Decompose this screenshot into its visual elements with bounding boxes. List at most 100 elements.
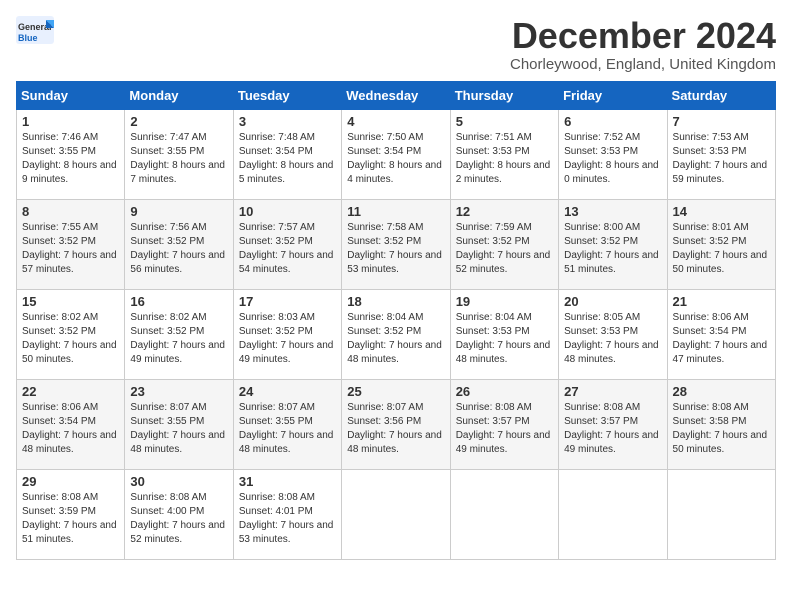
day-detail: Sunrise: 8:08 AMSunset: 3:58 PMDaylight:…: [673, 401, 770, 457]
day-detail: Sunrise: 8:06 AMSunset: 3:54 PMDaylight:…: [22, 401, 119, 457]
day-number: 17: [239, 294, 336, 309]
day-number: 24: [239, 384, 336, 399]
day-cell: 5 Sunrise: 7:51 AMSunset: 3:53 PMDaylight…: [450, 109, 558, 199]
day-detail: Sunrise: 8:08 AMSunset: 4:00 PMDaylight:…: [130, 491, 227, 547]
day-detail: Sunrise: 7:52 AMSunset: 3:53 PMDaylight:…: [564, 131, 661, 187]
day-cell: 7Sunrise: 7:53 AMSunset: 3:53 PMDaylight…: [667, 109, 775, 199]
day-cell: 23 Sunrise: 8:07 AMSunset: 3:55 PMDayligh…: [125, 379, 233, 469]
day-number: 18: [347, 294, 444, 309]
day-cell: 14 Sunrise: 8:01 AMSunset: 3:52 PMDayligh…: [667, 199, 775, 289]
day-header-friday: Friday: [559, 81, 667, 109]
day-cell: 20 Sunrise: 8:05 AMSunset: 3:53 PMDayligh…: [559, 289, 667, 379]
week-row-3: 15Sunrise: 8:02 AMSunset: 3:52 PMDayligh…: [17, 289, 776, 379]
day-cell: 10 Sunrise: 7:57 AMSunset: 3:52 PMDayligh…: [233, 199, 341, 289]
day-detail: Sunrise: 8:08 AMSunset: 3:57 PMDaylight:…: [564, 401, 661, 457]
day-cell: 22 Sunrise: 8:06 AMSunset: 3:54 PMDayligh…: [17, 379, 125, 469]
day-detail: Sunrise: 8:07 AMSunset: 3:55 PMDaylight:…: [130, 401, 227, 457]
day-header-monday: Monday: [125, 81, 233, 109]
day-detail: Sunrise: 7:59 AMSunset: 3:52 PMDaylight:…: [456, 221, 553, 277]
month-title: December 2024: [510, 16, 776, 56]
day-cell: 13 Sunrise: 8:00 AMSunset: 3:52 PMDayligh…: [559, 199, 667, 289]
day-detail: Sunrise: 7:56 AMSunset: 3:52 PMDaylight:…: [130, 221, 227, 277]
day-number: 25: [347, 384, 444, 399]
svg-text:Blue: Blue: [18, 33, 38, 43]
day-cell: 30 Sunrise: 8:08 AMSunset: 4:00 PMDayligh…: [125, 469, 233, 559]
day-detail: Sunrise: 8:03 AMSunset: 3:52 PMDaylight:…: [239, 311, 336, 367]
day-number: 2: [130, 114, 227, 129]
day-header-tuesday: Tuesday: [233, 81, 341, 109]
day-detail: Sunrise: 7:57 AMSunset: 3:52 PMDaylight:…: [239, 221, 336, 277]
calendar-table: SundayMondayTuesdayWednesdayThursdayFrid…: [16, 81, 776, 560]
week-row-4: 22 Sunrise: 8:06 AMSunset: 3:54 PMDayligh…: [17, 379, 776, 469]
day-number: 16: [130, 294, 227, 309]
day-cell: 18Sunrise: 8:04 AMSunset: 3:52 PMDayligh…: [342, 289, 450, 379]
day-detail: Sunrise: 7:51 AMSunset: 3:53 PMDaylight:…: [456, 131, 553, 187]
day-number: 22: [22, 384, 119, 399]
day-cell: 25 Sunrise: 8:07 AMSunset: 3:56 PMDayligh…: [342, 379, 450, 469]
day-detail: Sunrise: 7:55 AMSunset: 3:52 PMDaylight:…: [22, 221, 119, 277]
day-number: 3: [239, 114, 336, 129]
day-number: 5: [456, 114, 553, 129]
day-number: 19: [456, 294, 553, 309]
location: Chorleywood, England, United Kingdom: [510, 56, 776, 73]
day-number: 15: [22, 294, 119, 309]
day-number: 20: [564, 294, 661, 309]
day-number: 28: [673, 384, 770, 399]
day-detail: Sunrise: 8:07 AMSunset: 3:56 PMDaylight:…: [347, 401, 444, 457]
day-number: 6: [564, 114, 661, 129]
day-number: 13: [564, 204, 661, 219]
day-number: 1: [22, 114, 119, 129]
day-detail: Sunrise: 7:50 AMSunset: 3:54 PMDaylight:…: [347, 131, 444, 187]
day-cell: 31Sunrise: 8:08 AMSunset: 4:01 PMDayligh…: [233, 469, 341, 559]
day-detail: Sunrise: 8:08 AMSunset: 4:01 PMDaylight:…: [239, 491, 336, 547]
day-detail: Sunrise: 7:53 AMSunset: 3:53 PMDaylight:…: [673, 131, 770, 187]
day-cell: 8 Sunrise: 7:55 AMSunset: 3:52 PMDaylight…: [17, 199, 125, 289]
logo-icon: General Blue: [16, 16, 56, 46]
header: General Blue December 2024 Chorleywood, …: [16, 16, 776, 73]
day-detail: Sunrise: 8:08 AMSunset: 3:59 PMDaylight:…: [22, 491, 119, 547]
day-number: 4: [347, 114, 444, 129]
day-cell: 3 Sunrise: 7:48 AMSunset: 3:54 PMDaylight…: [233, 109, 341, 199]
day-detail: Sunrise: 7:46 AMSunset: 3:55 PMDaylight:…: [22, 131, 119, 187]
day-cell: 28 Sunrise: 8:08 AMSunset: 3:58 PMDayligh…: [667, 379, 775, 469]
day-number: 14: [673, 204, 770, 219]
day-number: 12: [456, 204, 553, 219]
week-row-1: 1 Sunrise: 7:46 AMSunset: 3:55 PMDaylight…: [17, 109, 776, 199]
day-detail: Sunrise: 8:06 AMSunset: 3:54 PMDaylight:…: [673, 311, 770, 367]
title-area: December 2024 Chorleywood, England, Unit…: [510, 16, 776, 73]
day-cell: 26 Sunrise: 8:08 AMSunset: 3:57 PMDayligh…: [450, 379, 558, 469]
day-detail: Sunrise: 8:01 AMSunset: 3:52 PMDaylight:…: [673, 221, 770, 277]
day-detail: Sunrise: 8:07 AMSunset: 3:55 PMDaylight:…: [239, 401, 336, 457]
day-number: 10: [239, 204, 336, 219]
header-row: SundayMondayTuesdayWednesdayThursdayFrid…: [17, 81, 776, 109]
day-header-wednesday: Wednesday: [342, 81, 450, 109]
day-detail: Sunrise: 8:08 AMSunset: 3:57 PMDaylight:…: [456, 401, 553, 457]
day-header-thursday: Thursday: [450, 81, 558, 109]
day-detail: Sunrise: 8:00 AMSunset: 3:52 PMDaylight:…: [564, 221, 661, 277]
day-number: 9: [130, 204, 227, 219]
day-detail: Sunrise: 8:05 AMSunset: 3:53 PMDaylight:…: [564, 311, 661, 367]
day-number: 26: [456, 384, 553, 399]
week-row-2: 8 Sunrise: 7:55 AMSunset: 3:52 PMDaylight…: [17, 199, 776, 289]
day-number: 30: [130, 474, 227, 489]
day-number: 21: [673, 294, 770, 309]
day-cell: 17 Sunrise: 8:03 AMSunset: 3:52 PMDayligh…: [233, 289, 341, 379]
day-cell: 4 Sunrise: 7:50 AMSunset: 3:54 PMDaylight…: [342, 109, 450, 199]
logo: General Blue: [16, 16, 56, 46]
day-cell: 27Sunrise: 8:08 AMSunset: 3:57 PMDayligh…: [559, 379, 667, 469]
day-cell: 11 Sunrise: 7:58 AMSunset: 3:52 PMDayligh…: [342, 199, 450, 289]
day-cell: 1 Sunrise: 7:46 AMSunset: 3:55 PMDaylight…: [17, 109, 125, 199]
day-detail: Sunrise: 7:48 AMSunset: 3:54 PMDaylight:…: [239, 131, 336, 187]
day-number: 8: [22, 204, 119, 219]
day-number: 23: [130, 384, 227, 399]
day-cell: 29 Sunrise: 8:08 AMSunset: 3:59 PMDayligh…: [17, 469, 125, 559]
day-detail: Sunrise: 7:47 AMSunset: 3:55 PMDaylight:…: [130, 131, 227, 187]
day-cell: 24 Sunrise: 8:07 AMSunset: 3:55 PMDayligh…: [233, 379, 341, 469]
day-number: 11: [347, 204, 444, 219]
day-cell: 12 Sunrise: 7:59 AMSunset: 3:52 PMDayligh…: [450, 199, 558, 289]
day-cell: [450, 469, 558, 559]
day-header-sunday: Sunday: [17, 81, 125, 109]
day-cell: 15Sunrise: 8:02 AMSunset: 3:52 PMDayligh…: [17, 289, 125, 379]
day-number: 29: [22, 474, 119, 489]
day-detail: Sunrise: 7:58 AMSunset: 3:52 PMDaylight:…: [347, 221, 444, 277]
